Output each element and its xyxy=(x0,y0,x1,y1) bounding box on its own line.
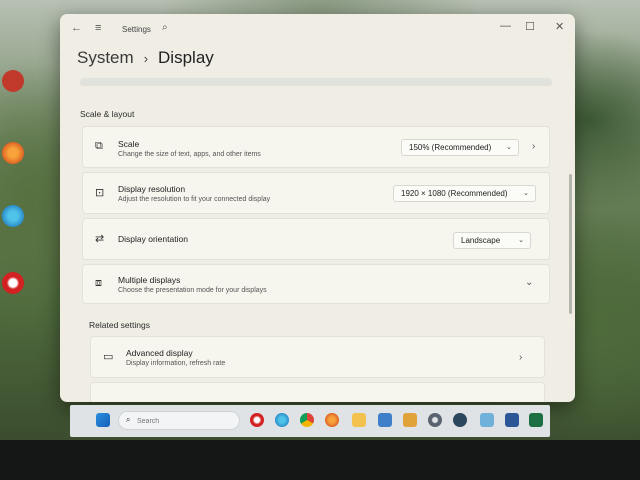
orientation-card: ⇄ Display orientation Landscape ⌄ xyxy=(82,218,550,260)
scale-dropdown-value: 150% (Recommended) xyxy=(409,143,492,152)
search-input[interactable] xyxy=(137,415,232,427)
multiple-displays-desc: Choose the presentation mode for your di… xyxy=(118,287,267,294)
back-arrow-icon[interactable]: ← xyxy=(71,22,82,34)
section-title-related: Related settings xyxy=(89,320,150,330)
edge-icon[interactable] xyxy=(275,413,289,427)
breadcrumb: System › Display xyxy=(77,48,214,68)
maximize-button[interactable]: ☐ xyxy=(525,20,535,33)
file-explorer-icon[interactable] xyxy=(352,413,366,427)
excel-icon[interactable] xyxy=(529,413,543,427)
chevron-down-icon[interactable]: ⌄ xyxy=(525,277,533,288)
mail-icon[interactable] xyxy=(378,413,392,427)
scale-desc: Change the size of text, apps, and other… xyxy=(118,151,261,158)
taskbar-search[interactable]: ⌕ xyxy=(118,411,240,430)
search-icon: ⌕ xyxy=(126,415,131,424)
search-icon[interactable]: ⌕ xyxy=(162,22,168,33)
scale-icon: ⧉ xyxy=(95,140,103,152)
advanced-display-desc: Display information, refresh rate xyxy=(126,360,226,367)
chevron-right-icon[interactable]: › xyxy=(532,141,535,152)
chevron-right-icon[interactable]: › xyxy=(519,352,522,363)
orientation-icon: ⇄ xyxy=(95,233,105,245)
taskbar: ⌕ xyxy=(70,405,550,437)
word-icon[interactable] xyxy=(505,413,519,427)
next-setting-card[interactable] xyxy=(90,382,545,402)
breadcrumb-system[interactable]: System xyxy=(77,48,134,68)
app-title: Settings xyxy=(122,25,151,34)
opera-icon[interactable] xyxy=(250,413,264,427)
desktop-app-icon[interactable] xyxy=(2,70,24,92)
firefox-icon[interactable] xyxy=(325,413,339,427)
resolution-desc: Adjust the resolution to fit your connec… xyxy=(118,196,271,203)
resolution-icon: ⊡ xyxy=(95,187,105,199)
orientation-dropdown-value: Landscape xyxy=(461,236,501,245)
scale-dropdown[interactable]: 150% (Recommended) ⌄ xyxy=(401,139,519,156)
display-preview-strip xyxy=(80,78,552,86)
chrome-icon[interactable] xyxy=(300,413,314,427)
chevron-down-icon: ⌄ xyxy=(518,237,524,244)
resolution-dropdown-value: 1920 × 1080 (Recommended) xyxy=(401,189,508,198)
section-title-scale-layout: Scale & layout xyxy=(80,109,135,119)
title-bar: ← ≡ Settings ⌕ — ☐ ✕ xyxy=(60,14,575,44)
chevron-right-icon: › xyxy=(143,50,149,66)
chevron-down-icon: ⌄ xyxy=(523,190,529,197)
orientation-title: Display orientation xyxy=(118,234,188,244)
page-title: Display xyxy=(158,48,214,67)
scale-title: Scale xyxy=(118,139,140,149)
windows-start-icon[interactable] xyxy=(96,413,110,427)
multiple-displays-title: Multiple displays xyxy=(118,275,181,285)
edge-icon[interactable] xyxy=(2,205,24,227)
resolution-dropdown[interactable]: 1920 × 1080 (Recommended) ⌄ xyxy=(393,185,536,202)
multiple-displays-card[interactable]: ⧈ Multiple displays Choose the presentat… xyxy=(82,264,550,304)
orientation-dropdown[interactable]: Landscape ⌄ xyxy=(453,232,531,249)
advanced-display-title: Advanced display xyxy=(126,348,193,358)
chevron-down-icon: ⌄ xyxy=(506,144,512,151)
resolution-title: Display resolution xyxy=(118,184,186,194)
steam-icon[interactable] xyxy=(453,413,467,427)
scale-card[interactable]: ⧉ Scale Change the size of text, apps, a… xyxy=(82,126,550,168)
settings-window: ← ≡ Settings ⌕ — ☐ ✕ System › Display Sc… xyxy=(60,14,575,402)
settings-gear-icon[interactable] xyxy=(428,413,442,427)
firefox-icon[interactable] xyxy=(2,142,24,164)
multiple-displays-icon: ⧈ xyxy=(95,277,102,289)
monitor-icon: ▭ xyxy=(103,351,114,363)
opera-icon[interactable] xyxy=(2,272,24,294)
close-button[interactable]: ✕ xyxy=(555,20,564,33)
scrollbar[interactable] xyxy=(569,174,572,314)
monitor-bezel xyxy=(0,440,640,480)
resolution-card: ⊡ Display resolution Adjust the resoluti… xyxy=(82,172,550,214)
store-icon[interactable] xyxy=(403,413,417,427)
minimize-button[interactable]: — xyxy=(500,20,511,32)
hamburger-menu-icon[interactable]: ≡ xyxy=(95,22,101,34)
advanced-display-card[interactable]: ▭ Advanced display Display information, … xyxy=(90,336,545,378)
notepad-icon[interactable] xyxy=(480,413,494,427)
